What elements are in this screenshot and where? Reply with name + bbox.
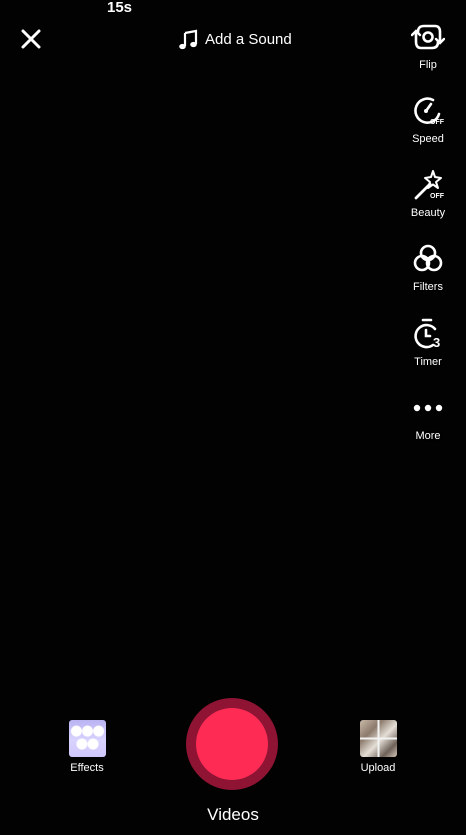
add-sound-button[interactable]: Add a Sound xyxy=(177,27,292,53)
timer-button[interactable]: 3 Timer xyxy=(390,317,466,369)
timer-label: Timer xyxy=(414,356,442,368)
record-button[interactable] xyxy=(186,698,278,790)
speed-badge: OFF xyxy=(430,119,445,126)
beauty-off-icon: OFF xyxy=(414,170,445,200)
effects-label: Effects xyxy=(70,762,104,774)
more-button[interactable]: More xyxy=(390,391,466,443)
beauty-badge: OFF xyxy=(430,193,445,200)
beauty-label: Beauty xyxy=(410,207,446,219)
upload-label: Upload xyxy=(360,762,396,774)
mode-tab-videos[interactable]: Videos xyxy=(0,804,466,826)
more-label: More xyxy=(415,430,441,442)
beauty-button[interactable]: OFF Beauty xyxy=(390,168,466,220)
timer-3-icon: 3 xyxy=(414,318,440,350)
speed-button[interactable]: OFF Speed xyxy=(390,94,466,146)
speed-off-icon: OFF xyxy=(414,97,445,126)
close-button[interactable] xyxy=(18,26,44,52)
effects-thumbnail xyxy=(68,720,106,757)
flip-button[interactable]: Flip xyxy=(390,20,466,72)
filters-button[interactable]: Filters xyxy=(390,242,466,294)
duration-readout[interactable]: 15s xyxy=(107,0,132,16)
close-icon xyxy=(21,29,41,49)
camera-screen: 15s Add a Sound Flip OFF Speed OFF Beaut… xyxy=(0,0,466,835)
record-button-core xyxy=(196,708,268,780)
flip-camera-icon xyxy=(411,24,445,50)
filters-label: Filters xyxy=(413,281,443,293)
timer-badge: 3 xyxy=(433,335,440,350)
more-dots-icon xyxy=(413,404,443,412)
effects-button[interactable]: Effects xyxy=(62,720,112,775)
filters-icon xyxy=(413,244,443,272)
music-note-icon xyxy=(179,29,198,50)
flip-label: Flip xyxy=(419,59,437,71)
upload-button[interactable]: Upload xyxy=(353,720,403,775)
upload-thumbnail xyxy=(359,720,397,757)
add-sound-label: Add a Sound xyxy=(205,31,292,48)
speed-label: Speed xyxy=(412,133,444,145)
